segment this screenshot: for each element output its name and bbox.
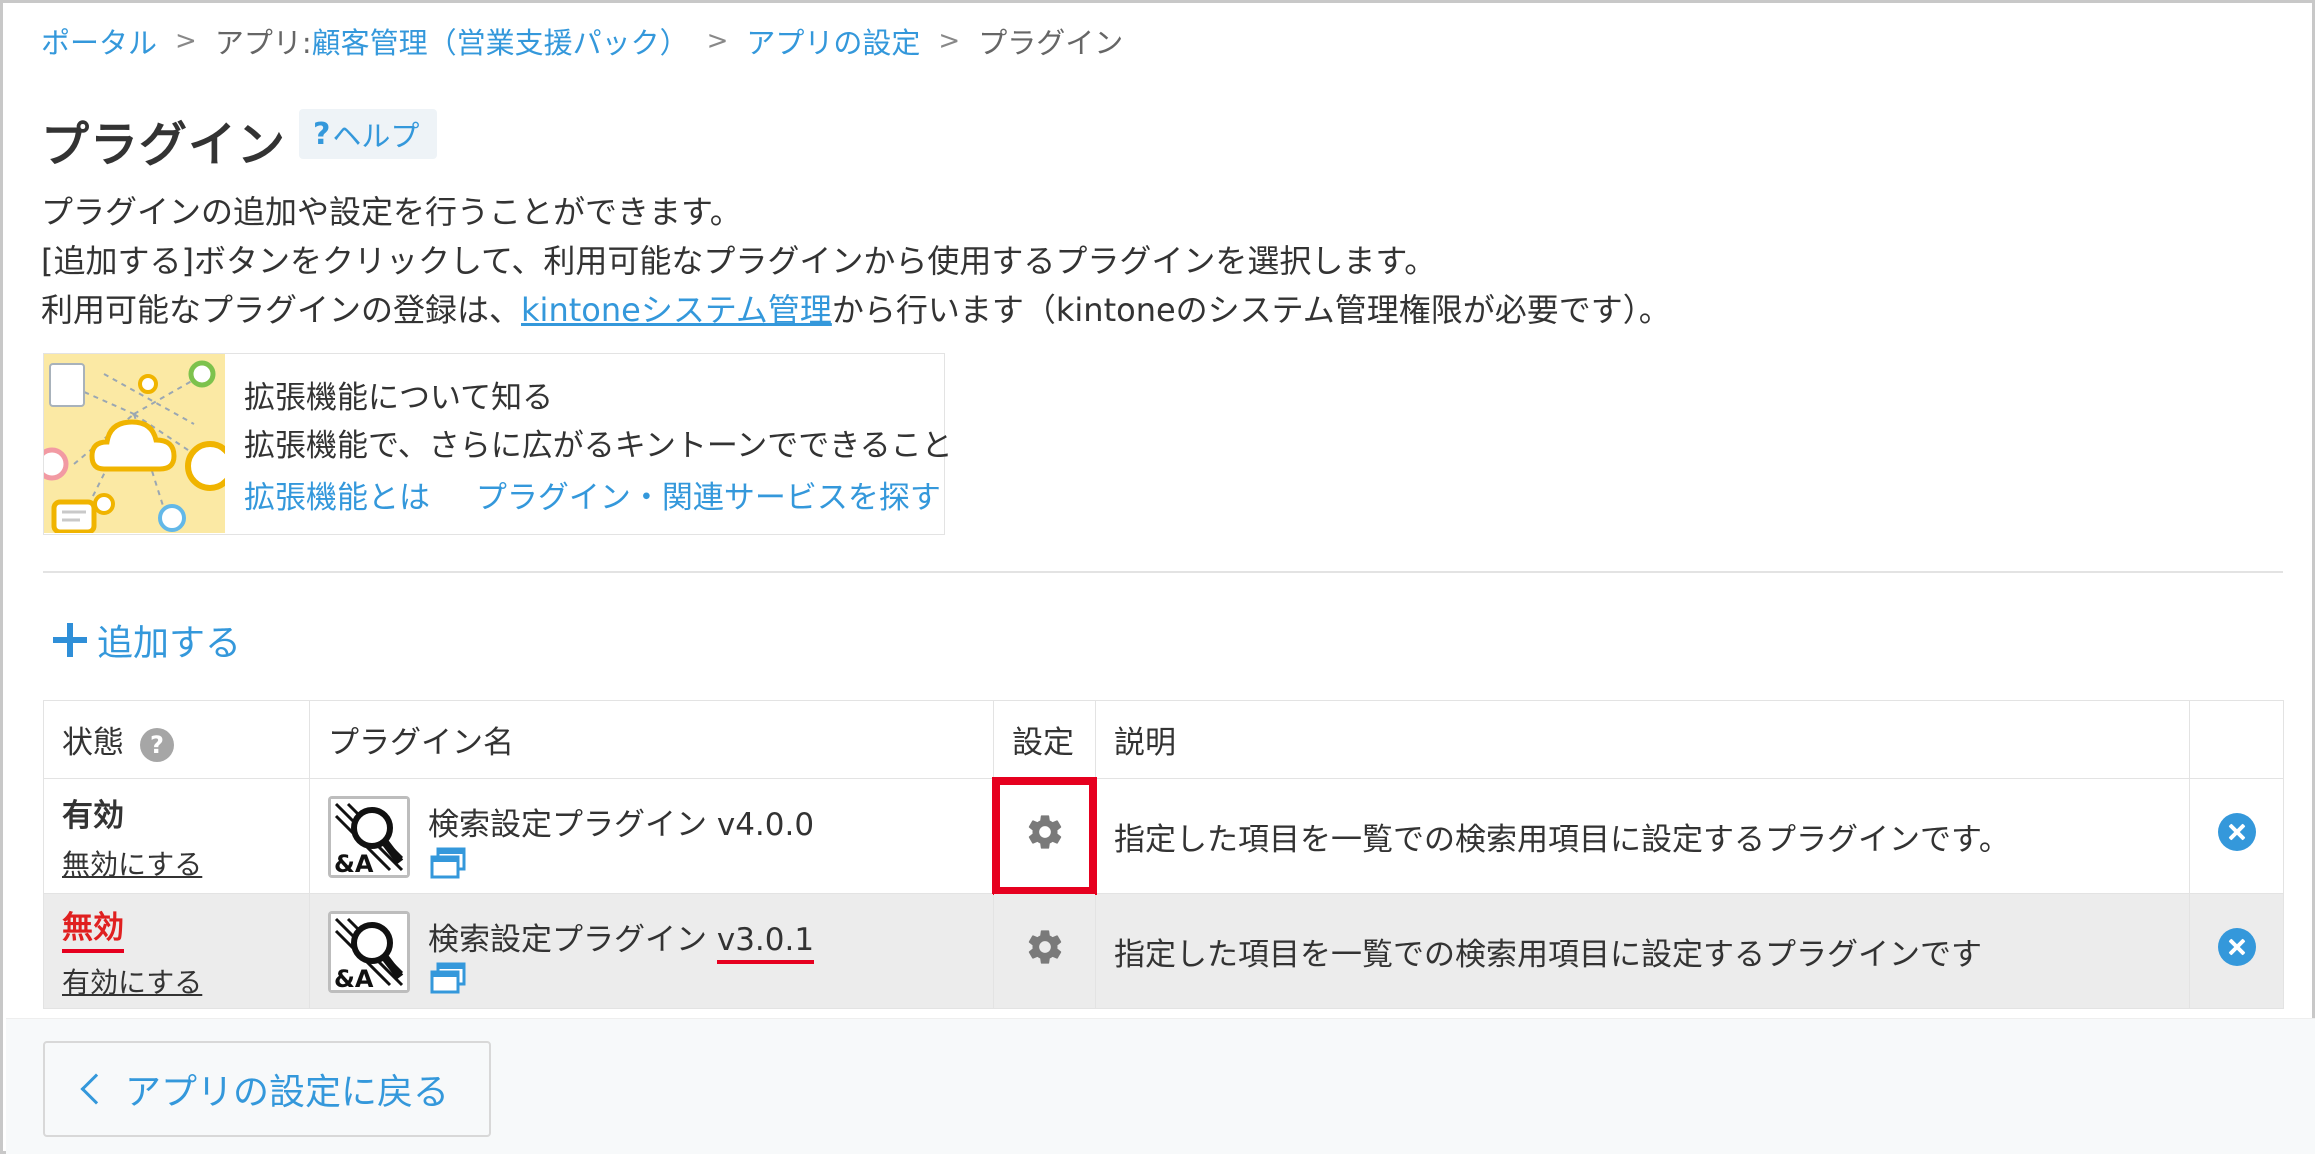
add-plugin-button[interactable]: 追加する [53, 615, 241, 665]
header-plugin-name: プラグイン名 [309, 700, 994, 779]
kintone-system-admin-link[interactable]: kintoneシステム管理 [521, 291, 832, 329]
breadcrumb-portal[interactable]: ポータル [41, 20, 157, 62]
find-plugins-link[interactable]: プラグイン・関連サービスを探す [476, 480, 941, 516]
back-button-label: アプリの設定に戻る [125, 1072, 450, 1113]
settings-cell [992, 777, 1097, 895]
breadcrumb: ポータル > アプリ: 顧客管理（営業支援パック） > アプリの設定 > プラグ… [41, 21, 1123, 61]
description-line: [追加する]ボタンをクリックして、利用可能なプラグインから使用するプラグインを選… [41, 242, 1437, 280]
breadcrumb-separator: > [175, 26, 197, 56]
settings-cell [993, 893, 1096, 1009]
back-to-app-settings-button[interactable]: アプリの設定に戻る [43, 1041, 491, 1137]
help-button[interactable]: ? ヘルプ [299, 109, 438, 159]
breadcrumb-app-settings[interactable]: アプリの設定 [746, 20, 920, 62]
what-is-extension-link[interactable]: 拡張機能とは [244, 480, 430, 516]
breadcrumb-separator: > [938, 26, 961, 56]
plugin-table: 状態? プラグイン名 設定 説明 有効 無効にする &A 検索設定プラグイン v… [43, 700, 2284, 1009]
table-header-row: 状態? プラグイン名 設定 説明 [43, 700, 2284, 779]
plugin-name-text: 検索設定プラグイン [428, 807, 717, 843]
disable-link[interactable]: 無効にする [62, 843, 309, 883]
question-icon[interactable]: ? [140, 727, 174, 762]
plugin-name-cell: &A 検索設定プラグイン v3.0.1 [309, 893, 994, 1009]
header-delete [2189, 700, 2284, 779]
delete-cell [2189, 893, 2284, 1009]
plugin-logo-icon: &A [328, 796, 410, 878]
close-icon[interactable] [2217, 928, 2256, 966]
status-cell: 無効 有効にする [43, 893, 310, 1009]
header-status-label: 状態 [62, 725, 124, 761]
breadcrumb-current: プラグイン [978, 26, 1124, 60]
help-label: ヘルプ [332, 119, 420, 153]
plugin-name: 検索設定プラグイン v4.0.0 [428, 799, 814, 844]
plugin-version: v3.0.1 [716, 922, 815, 964]
delete-cell [2189, 778, 2284, 894]
svg-text:&A: &A [334, 850, 374, 878]
close-icon[interactable] [2217, 813, 2256, 851]
extension-card: 拡張機能について知る 拡張機能で、さらに広がるキントーンでできること 拡張機能と… [43, 353, 953, 535]
description-text: 利用可能なプラグインの登録は、 [41, 291, 522, 329]
header-status: 状態? [43, 700, 310, 779]
plugin-name-text: 検索設定プラグイン [428, 922, 717, 958]
divider [43, 571, 2283, 573]
plugin-description: 指定した項目を一覧での検索用項目に設定するプラグインです [1095, 893, 2190, 1009]
breadcrumb-app[interactable]: 顧客管理（営業支援パック） [312, 20, 689, 62]
help-icon: ? [313, 116, 331, 152]
gear-icon[interactable] [1025, 927, 1065, 967]
table-row: 有効 無効にする &A 検索設定プラグイン v4.0.0 指定した項目を一覧での… [43, 777, 2284, 895]
extension-card-links: 拡張機能とは プラグイン・関連サービスを探す [244, 472, 941, 517]
svg-text:&A: &A [334, 965, 374, 993]
page-description: プラグインの追加や設定を行うことができます。 [追加する]ボタンをクリックして、… [41, 188, 1671, 335]
description-line: プラグインの追加や設定を行うことができます。 [41, 193, 742, 231]
open-window-icon[interactable] [430, 847, 468, 881]
status-disabled: 無効 [62, 902, 124, 953]
header-description: 説明 [1095, 700, 2190, 779]
open-window-icon[interactable] [430, 962, 468, 996]
extension-illustration [44, 354, 225, 533]
page-title: プラグイン [41, 117, 287, 173]
description-line: 利用可能なプラグインの登録は、kintoneシステム管理から行います（kinto… [41, 286, 1671, 335]
extension-card-title: 拡張機能について知る [244, 380, 554, 416]
plugin-version: v4.0.0 [716, 807, 815, 843]
cloud-network-icon [44, 354, 225, 533]
plugin-name: 検索設定プラグイン v3.0.1 [428, 914, 815, 964]
plugin-logo-icon: &A [328, 911, 410, 993]
breadcrumb-separator: > [706, 26, 729, 56]
settings-highlight-box [992, 777, 1097, 895]
plugin-name-cell: &A 検索設定プラグイン v4.0.0 [309, 778, 994, 894]
enable-link[interactable]: 有効にする [62, 961, 309, 1001]
extension-card-subtitle: 拡張機能で、さらに広がるキントーンでできること [244, 428, 953, 464]
breadcrumb-app-prefix: アプリ: [214, 26, 312, 60]
plus-icon [53, 623, 87, 657]
chevron-left-icon [80, 1073, 112, 1105]
plugin-description: 指定した項目を一覧での検索用項目に設定するプラグインです。 [1095, 778, 2190, 894]
status-cell: 有効 無効にする [43, 778, 310, 894]
description-text: から行います（kintoneのシステム管理権限が必要です）。 [831, 291, 1671, 329]
header-settings: 設定 [993, 700, 1096, 779]
add-plugin-label: 追加する [97, 623, 242, 664]
table-row: 無効 有効にする &A 検索設定プラグイン v3.0.1 指定した項目を一覧での… [43, 893, 2284, 1009]
page-frame: ポータル > アプリ: 顧客管理（営業支援パック） > アプリの設定 > プラグ… [0, 0, 2315, 1154]
status-enabled: 有効 [62, 797, 124, 834]
